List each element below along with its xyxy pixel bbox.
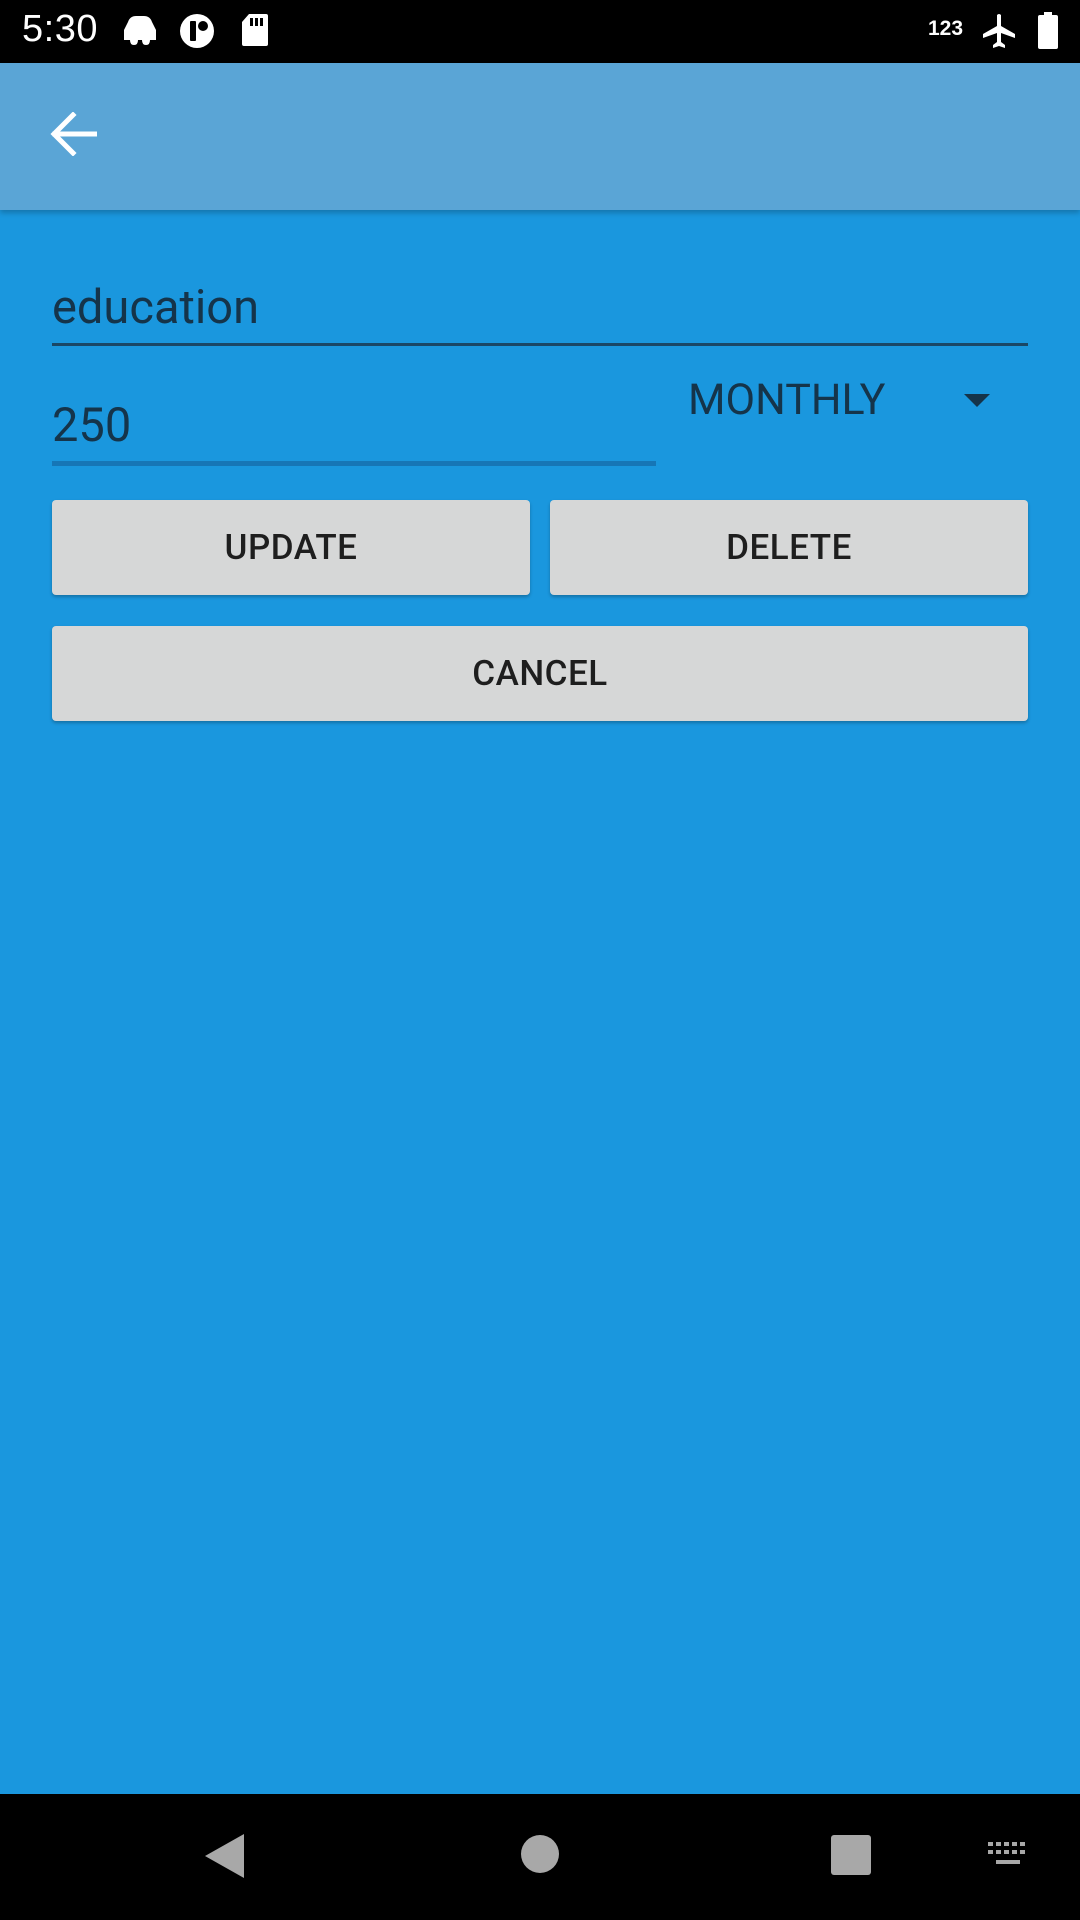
sd-card-icon xyxy=(240,12,270,52)
car-notification-icon xyxy=(120,12,160,52)
back-icon[interactable] xyxy=(202,1832,246,1884)
update-button[interactable]: UPDATE xyxy=(52,500,530,595)
keyboard-icon[interactable] xyxy=(986,1840,1030,1874)
app-notification-icon xyxy=(178,12,216,54)
battery-icon xyxy=(1037,12,1059,54)
name-input[interactable]: education xyxy=(52,270,1028,346)
status-indicator-text: 123 xyxy=(928,17,964,40)
triangle-down-icon xyxy=(962,392,992,412)
status-bar: 5:30 123 xyxy=(0,0,1080,63)
system-nav-bar xyxy=(0,1794,1080,1920)
status-time: 5:30 xyxy=(22,8,98,50)
frequency-dropdown[interactable]: MONTHLY xyxy=(678,362,1018,438)
frequency-selected-value: MONTHLY xyxy=(688,375,886,425)
airplane-mode-icon xyxy=(980,12,1018,54)
recents-icon[interactable] xyxy=(830,1834,872,1880)
home-icon[interactable] xyxy=(520,1834,560,1878)
cancel-button[interactable]: CANCEL xyxy=(52,626,1028,721)
back-button[interactable] xyxy=(32,101,114,171)
arrow-back-icon xyxy=(49,111,98,160)
amount-input[interactable]: 250 xyxy=(52,388,656,466)
delete-button[interactable]: DELETE xyxy=(550,500,1028,595)
app-bar xyxy=(0,63,1080,210)
